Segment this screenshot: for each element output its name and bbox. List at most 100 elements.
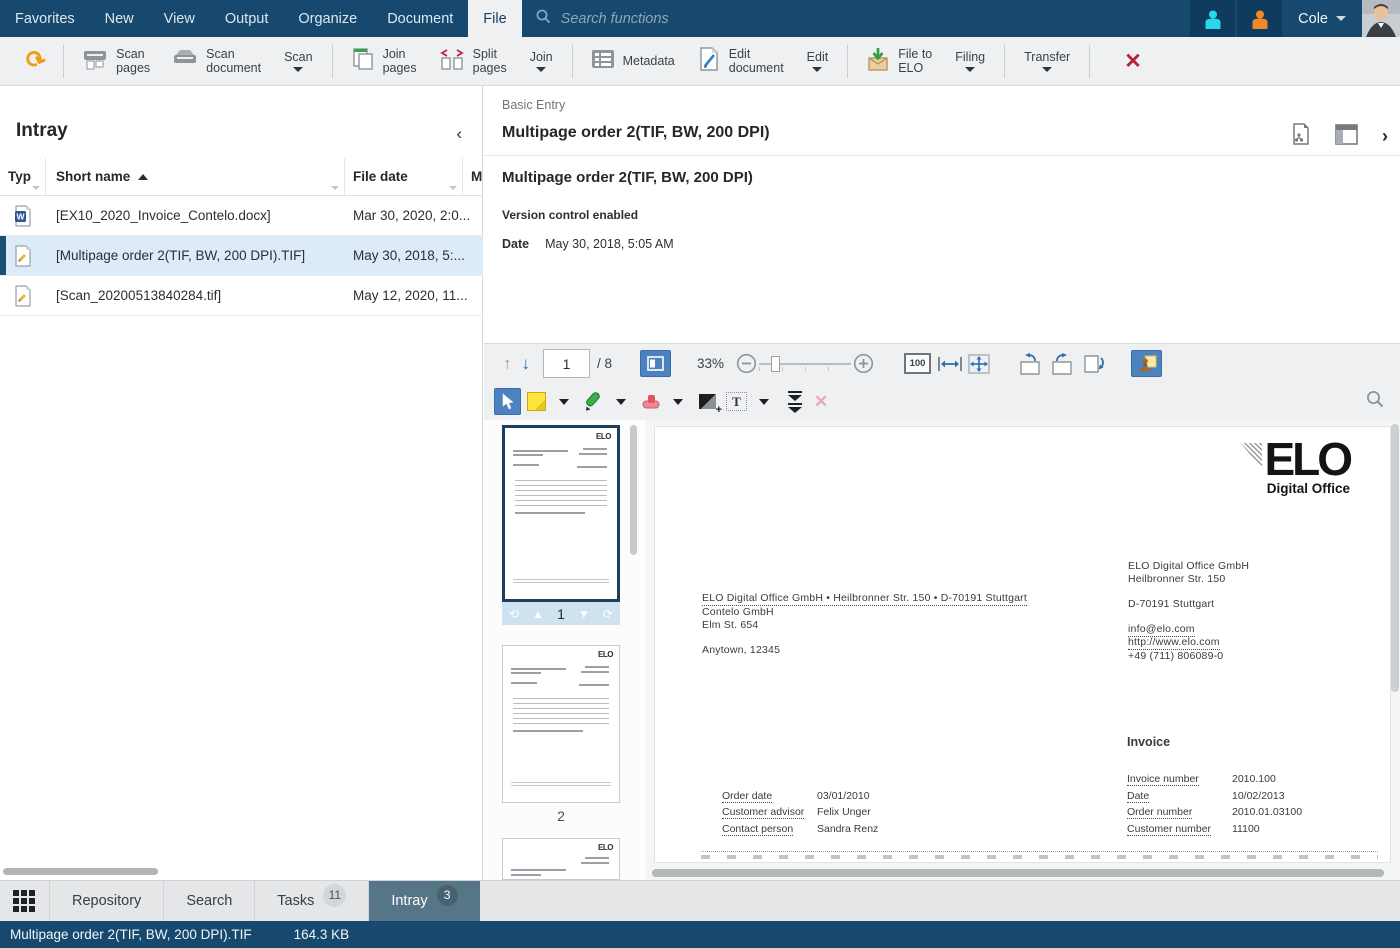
join-dropdown[interactable]: Join (518, 50, 565, 72)
invoice-field: Customer number (1127, 823, 1211, 836)
user-presence-orange-icon[interactable] (1237, 0, 1282, 37)
rotate-page-left-icon[interactable] (1017, 352, 1043, 376)
zoom-slider-handle[interactable] (771, 356, 780, 372)
collapse-panel-icon[interactable]: ‹ (456, 124, 462, 144)
start-workflow-icon[interactable] (1291, 122, 1311, 151)
intray-rows: W [EX10_2020_Invoice_Contelo.docx] Mar 3… (0, 196, 483, 316)
table-row[interactable]: W [EX10_2020_Invoice_Contelo.docx] Mar 3… (0, 196, 483, 236)
edit-document-button[interactable]: Editdocument (686, 40, 795, 82)
sticky-note-tool-button[interactable] (523, 388, 550, 415)
menu-view[interactable]: View (149, 0, 210, 37)
filter-chevron-icon[interactable] (331, 186, 339, 190)
rotate-page-180-icon[interactable] (1081, 352, 1107, 376)
toggle-thumbnails-button[interactable] (640, 350, 671, 377)
rotate-page-right-icon[interactable] (1049, 352, 1075, 376)
tab-repository[interactable]: Repository (50, 881, 164, 921)
zoom-slider[interactable] (759, 355, 851, 373)
horizontal-scrollbar[interactable] (652, 869, 1384, 877)
file-to-elo-button[interactable]: File toELO (855, 40, 943, 82)
join-pages-button[interactable]: Joinpages (340, 40, 428, 82)
zoom-out-icon[interactable] (736, 353, 757, 374)
image-adjust-tool-button[interactable] (694, 388, 721, 415)
date-label: Date (502, 237, 529, 251)
previous-page-icon[interactable]: ↑ (498, 354, 517, 374)
cancel-button[interactable]: ✕ (1097, 40, 1169, 82)
metadata-button[interactable]: Metadata (580, 40, 686, 82)
horizontal-scrollbar[interactable] (3, 868, 158, 875)
delete-annotation-icon[interactable]: ✕ (814, 392, 828, 412)
menu-organize[interactable]: Organize (283, 0, 372, 37)
filter-chevron-icon[interactable] (449, 186, 457, 190)
rotate-right-icon[interactable]: ⟳ (603, 607, 613, 621)
chevron-down-icon[interactable] (559, 399, 569, 405)
thumbnail-page-1[interactable]: ELO (502, 425, 620, 602)
document-page[interactable]: ELO Digital Office ELO Digital Office Gm… (654, 426, 1391, 863)
tile-menu-button[interactable] (0, 881, 50, 921)
table-row-selected[interactable]: [Multipage order 2(TIF, BW, 200 DPI).TIF… (0, 236, 483, 276)
menu-document[interactable]: Document (372, 0, 468, 37)
split-pages-button[interactable]: Splitpages (428, 40, 518, 82)
scan-document-button[interactable]: Scandocument (161, 40, 272, 82)
edit-dropdown[interactable]: Edit (795, 50, 841, 72)
annotation-stack-icon[interactable] (788, 391, 802, 413)
user-presence-cyan-icon[interactable] (1190, 0, 1235, 37)
tab-search[interactable]: Search (164, 881, 255, 921)
move-page-down-icon[interactable]: ▼ (578, 607, 590, 621)
filing-dropdown[interactable]: Filing (943, 50, 997, 72)
tab-tasks[interactable]: Tasks11 (255, 881, 369, 921)
marker-tool-button[interactable] (580, 388, 607, 415)
user-menu[interactable]: Cole (1282, 0, 1362, 37)
scan-pages-label: Scanpages (116, 47, 150, 76)
edit-document-icon (697, 46, 721, 77)
tab-intray-active[interactable]: Intray3 (369, 881, 479, 921)
thumbnail-page-2[interactable]: ELO (502, 645, 620, 803)
filter-chevron-icon[interactable] (32, 186, 40, 190)
company-city: D-70191 Stuttgart (1128, 598, 1214, 610)
fit-width-icon[interactable] (937, 355, 963, 373)
status-filesize: 164.3 KB (294, 927, 350, 942)
column-header-m[interactable]: M (463, 158, 483, 195)
next-page-icon[interactable]: ↓ (517, 354, 536, 374)
user-avatar[interactable] (1362, 0, 1400, 37)
menu-new[interactable]: New (90, 0, 149, 37)
metadata-icon (591, 49, 615, 74)
menu-file-active[interactable]: File (468, 0, 521, 37)
fit-page-icon[interactable] (967, 353, 991, 375)
column-header-typ[interactable]: Typ (0, 158, 46, 195)
layout-panels-icon[interactable] (1335, 124, 1358, 150)
move-page-up-icon[interactable]: ▲ (532, 607, 544, 621)
chevron-down-icon[interactable] (616, 399, 626, 405)
search-functions[interactable]: Search functions (522, 0, 742, 37)
breadcrumb: Basic Entry (502, 98, 565, 112)
select-tool-button[interactable] (494, 388, 521, 415)
refresh-button[interactable]: ⟳ (14, 40, 56, 82)
text-annotation-tool-button[interactable]: T (723, 388, 750, 415)
document-viewer: ↑ ↓ / 8 33% 100 (484, 343, 1400, 880)
column-header-file-date[interactable]: File date (345, 158, 463, 195)
menu-bar: Favorites New View Output Organize Docum… (0, 0, 1400, 37)
column-header-short-name[interactable]: Short name (46, 158, 345, 195)
thumbnail-page-3[interactable]: ELO (502, 838, 620, 880)
transfer-dropdown[interactable]: Transfer (1012, 50, 1082, 72)
eraser-tool-button[interactable] (637, 388, 664, 415)
scan-dropdown[interactable]: Scan (272, 50, 325, 72)
chevron-down-icon[interactable] (759, 399, 769, 405)
chevron-down-icon[interactable] (673, 399, 683, 405)
vertical-scrollbar[interactable] (1391, 424, 1399, 692)
zoom-100-button[interactable]: 100 (904, 353, 931, 374)
stamp-tool-button[interactable] (1131, 350, 1162, 377)
rotate-left-icon[interactable]: ⟲ (509, 607, 519, 621)
toolbar-divider (1089, 45, 1090, 78)
viewer-search-icon[interactable] (1366, 390, 1384, 413)
page-number-input[interactable] (543, 349, 590, 378)
table-row[interactable]: [Scan_20200513840284.tif] May 12, 2020, … (0, 276, 483, 316)
page-title: Multipage order 2(TIF, BW, 200 DPI) (502, 124, 770, 142)
chevron-right-icon[interactable]: › (1382, 126, 1388, 147)
thumbnail-scrollbar[interactable] (630, 425, 637, 555)
zoom-in-icon[interactable] (853, 353, 874, 374)
menu-output[interactable]: Output (210, 0, 284, 37)
invoice-value: 10/02/2013 (1232, 790, 1285, 802)
scan-pages-button[interactable]: Scanpages (71, 40, 161, 82)
order-value: Felix Unger (817, 806, 871, 818)
menu-favorites[interactable]: Favorites (0, 0, 90, 37)
